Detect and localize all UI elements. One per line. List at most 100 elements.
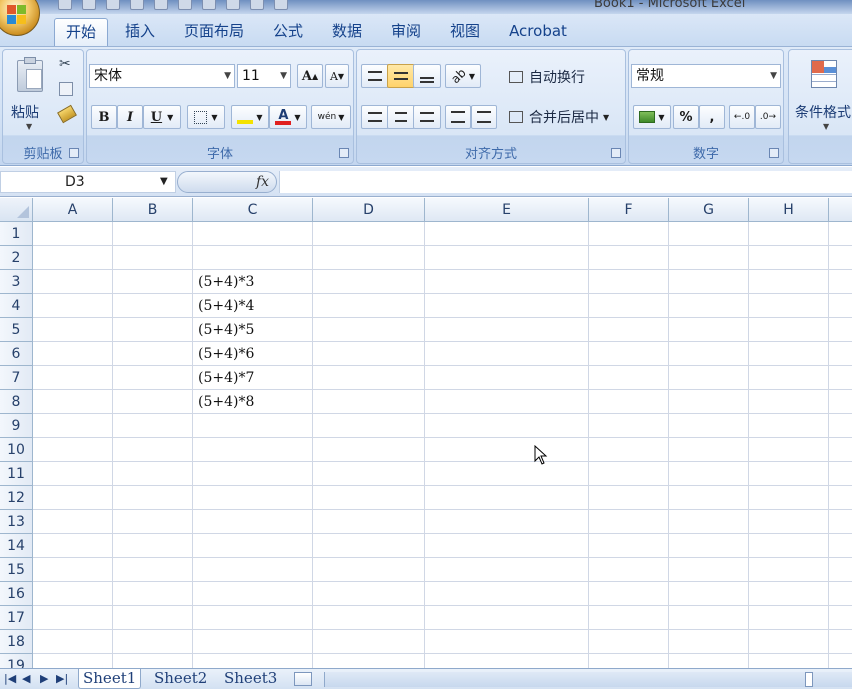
underline-button[interactable]: U ▼: [143, 105, 181, 129]
tab-view[interactable]: 视图: [442, 18, 488, 46]
column-header-partial[interactable]: [829, 198, 852, 222]
merge-center-button[interactable]: 合并后居中 ▼: [509, 106, 609, 128]
tab-page-layout[interactable]: 页面布局: [176, 18, 252, 46]
select-all-button[interactable]: [0, 198, 33, 222]
column-header-f[interactable]: F: [589, 198, 669, 222]
grow-font-button[interactable]: A ▲: [297, 64, 323, 88]
borders-button[interactable]: ▼: [187, 105, 225, 129]
cell-c3[interactable]: (5+4)*3: [198, 270, 254, 294]
redo-icon[interactable]: [106, 0, 120, 10]
row-header-4[interactable]: 4: [0, 294, 33, 318]
font-size-combo[interactable]: 11 ▼: [237, 64, 291, 88]
alignment-launcher-icon[interactable]: [611, 148, 621, 158]
shrink-font-button[interactable]: A ▼: [325, 64, 349, 88]
clipboard-launcher-icon[interactable]: [69, 148, 79, 158]
align-top-button[interactable]: [361, 64, 389, 88]
new-document-icon[interactable]: [154, 0, 168, 10]
name-box[interactable]: D3: [0, 171, 176, 193]
row-header-13[interactable]: 13: [0, 510, 33, 534]
formula-input[interactable]: [279, 171, 852, 193]
align-left-button[interactable]: [361, 105, 389, 129]
first-sheet-icon[interactable]: |◀: [4, 672, 16, 685]
row-header-10[interactable]: 10: [0, 438, 33, 462]
cell-c7[interactable]: (5+4)*7: [198, 366, 254, 390]
cell-c8[interactable]: (5+4)*8: [198, 390, 254, 414]
row-header-9[interactable]: 9: [0, 414, 33, 438]
format-icon[interactable]: [226, 0, 240, 10]
row-header-19[interactable]: 19: [0, 654, 33, 668]
row-header-16[interactable]: 16: [0, 582, 33, 606]
tab-home[interactable]: 开始: [54, 18, 108, 46]
tab-formulas[interactable]: 公式: [264, 18, 312, 46]
tab-review[interactable]: 审阅: [382, 18, 430, 46]
row-header-7[interactable]: 7: [0, 366, 33, 390]
row-header-2[interactable]: 2: [0, 246, 33, 270]
column-header-b[interactable]: B: [113, 198, 193, 222]
sheet-tab-sheet2[interactable]: Sheet2: [150, 669, 211, 689]
number-format-combo[interactable]: 常规 ▼: [631, 64, 781, 88]
column-header-a[interactable]: A: [33, 198, 113, 222]
orientation-button[interactable]: ab ▼: [445, 64, 481, 88]
next-sheet-icon[interactable]: ▶: [40, 672, 48, 685]
font-launcher-icon[interactable]: [339, 148, 349, 158]
worksheet-grid[interactable]: A B C D E F G H 1 2 3 4 5 6 7 8 9 10 11 …: [0, 198, 852, 668]
column-header-h[interactable]: H: [749, 198, 829, 222]
insert-sheet-icon[interactable]: [294, 672, 312, 686]
row-header-6[interactable]: 6: [0, 342, 33, 366]
last-sheet-icon[interactable]: ▶|: [56, 672, 68, 685]
currency-button[interactable]: ▼: [633, 105, 671, 129]
row-header-11[interactable]: 11: [0, 462, 33, 486]
table-icon[interactable]: [178, 0, 192, 10]
increase-decimal-button[interactable]: ←.0: [729, 105, 755, 129]
font-color-button[interactable]: A ▼: [269, 105, 307, 129]
previous-sheet-icon[interactable]: ◀: [22, 672, 30, 685]
cell-c6[interactable]: (5+4)*6: [198, 342, 254, 366]
row-header-1[interactable]: 1: [0, 222, 33, 246]
chart-icon[interactable]: [202, 0, 216, 10]
sheet-tab-sheet3[interactable]: Sheet3: [220, 669, 281, 689]
decrease-indent-button[interactable]: [445, 105, 471, 129]
tab-acrobat[interactable]: Acrobat: [500, 18, 576, 46]
decrease-decimal-button[interactable]: .0→: [755, 105, 781, 129]
align-middle-button[interactable]: [387, 64, 415, 88]
format-painter-icon[interactable]: [57, 104, 77, 124]
sheet-tab-sheet1[interactable]: Sheet1: [78, 669, 142, 689]
tab-insert[interactable]: 插入: [116, 18, 164, 46]
paste-button[interactable]: 粘贴 ▼: [7, 54, 53, 136]
number-launcher-icon[interactable]: [769, 148, 779, 158]
row-header-8[interactable]: 8: [0, 390, 33, 414]
horizontal-scrollbar[interactable]: [324, 672, 852, 687]
phonetic-button[interactable]: wén ▼: [311, 105, 351, 129]
comma-button[interactable]: ,: [699, 105, 725, 129]
cut-icon[interactable]: ✂: [59, 56, 71, 72]
wrap-text-button[interactable]: 自动换行: [509, 66, 585, 88]
column-header-e[interactable]: E: [425, 198, 589, 222]
italic-button[interactable]: I: [117, 105, 143, 129]
save-icon[interactable]: [58, 0, 72, 10]
print-preview-icon[interactable]: [130, 0, 144, 10]
font-name-combo[interactable]: 宋体 ▼: [89, 64, 235, 88]
align-bottom-button[interactable]: [413, 64, 441, 88]
increase-indent-button[interactable]: [471, 105, 497, 129]
sort-icon[interactable]: [250, 0, 264, 10]
chevron-down-icon[interactable]: ▼: [160, 176, 168, 187]
fill-color-button[interactable]: ▼: [231, 105, 269, 129]
tab-data[interactable]: 数据: [324, 18, 370, 46]
row-header-3[interactable]: 3: [0, 270, 33, 294]
row-header-14[interactable]: 14: [0, 534, 33, 558]
bold-button[interactable]: B: [91, 105, 117, 129]
row-header-15[interactable]: 15: [0, 558, 33, 582]
row-header-17[interactable]: 17: [0, 606, 33, 630]
row-header-12[interactable]: 12: [0, 486, 33, 510]
cell-c5[interactable]: (5+4)*5: [198, 318, 254, 342]
undo-icon[interactable]: [82, 0, 96, 10]
conditional-format-button[interactable]: 条件格式 ▼: [791, 54, 852, 136]
scrollbar-thumb[interactable]: [805, 672, 813, 687]
align-right-button[interactable]: [413, 105, 441, 129]
column-header-c[interactable]: C: [193, 198, 313, 222]
percent-button[interactable]: %: [673, 105, 699, 129]
insert-function-icon[interactable]: fx: [256, 174, 269, 190]
align-center-button[interactable]: [387, 105, 415, 129]
row-header-18[interactable]: 18: [0, 630, 33, 654]
cell-c4[interactable]: (5+4)*4: [198, 294, 254, 318]
